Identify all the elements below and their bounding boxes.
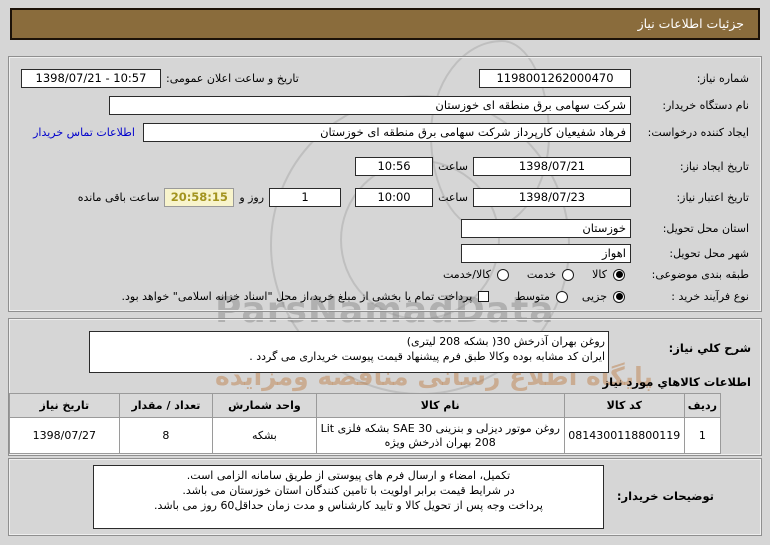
created-date-field[interactable]: 1398/07/21 [473,157,631,176]
province-field[interactable]: خوزستان [461,219,631,238]
created-hour-label: ساعت [438,160,468,173]
radio-medium[interactable] [555,290,568,303]
cell-unit: بشکه [212,417,317,454]
city-label: شهر محل تحویل: [669,246,749,260]
buyer-contact-link[interactable]: اطلاعات تماس خریدار [33,126,135,139]
purchase-type-label: نوع فرآیند خرید : [671,289,749,303]
days-label: روز و [239,191,265,204]
col-item-name: نام کالا [315,393,565,418]
announce-datetime-field[interactable]: 1398/07/21 - 10:57 [21,69,161,88]
request-creator-field[interactable]: فرهاد شفیعیان کارپرداز شرکت سهامی برق من… [143,123,631,142]
city-field[interactable]: اهواز [461,244,631,263]
cell-item-name: روغن موتور دیزلی و بنزینی SAE 30 بشکه فل… [315,417,565,454]
request-creator-label: ایجاد کننده درخواست: [647,126,749,139]
goods-table: ردیف کد کالا نام کالا واحد شمارش تعداد /… [9,393,722,454]
page-title: جزئیات اطلاعات نیاز [10,8,760,40]
validity-date-label: تاریخ اعتبار نیاز: [676,190,749,204]
goods-heading: اطلاعات کالاهاي مورد نیاز [602,375,751,389]
buyer-notes-line1: تکمیل، امضاء و ارسال فرم های پیوستی از ط… [186,469,511,482]
cell-row-number: 1 [683,417,722,454]
created-date-label: تاریخ ایجاد نیاز: [679,159,749,173]
col-row-number: ردیف [683,393,722,418]
radio-medium-label: متوسط [515,290,550,303]
goods-table-header-row: ردیف کد کالا نام کالا واحد شمارش تعداد /… [9,393,722,418]
buyer-org-field[interactable]: شرکت سهامی برق منطقه ای خوزستان [109,96,631,115]
radio-goods-service[interactable] [496,268,509,281]
created-time-field[interactable]: 10:56 [355,157,434,176]
announce-datetime-label: تاریخ و ساعت اعلان عمومی: [166,72,299,85]
col-need-date: تاریخ نیاز [9,393,120,418]
col-quantity: تعداد / مقدار [118,393,214,418]
radio-partial[interactable] [613,290,625,303]
treasury-docs-label: پرداخت تمام یا بخشی از مبلغ خرید،از محل … [121,290,473,303]
buyer-notes-line3: پرداخت وجه پس از تحویل کالا و تایید کارش… [154,499,543,512]
buyer-org-label: نام دستگاه خریدار: [662,98,749,112]
col-unit: واحد شمارش [212,393,317,418]
cell-need-date: 1398/07/27 [9,417,120,454]
validity-time-field[interactable]: 10:00 [355,188,434,207]
need-description-box[interactable]: روغن بهران آذرخش 30( بشکه 208 لیتری) ایر… [89,331,609,373]
buyer-notes-box[interactable]: تکمیل، امضاء و ارسال فرم های پیوستی از ط… [93,465,604,529]
subject-class-label: طبقه بندی موضوعی: [651,267,749,281]
hours-remaining-label: ساعت باقی مانده [77,191,160,204]
need-number-label: شماره نیاز: [696,71,749,85]
validity-hour-label: ساعت [438,191,468,204]
radio-goods-label: کالا [592,268,607,281]
radio-goods[interactable] [613,268,625,281]
cell-quantity: 8 [118,417,214,454]
need-info-panel: شماره نیاز: 1198001262000470 تاریخ و ساع… [8,56,762,312]
radio-goods-service-label: کالا/خدمت [443,268,491,281]
countdown-timer: 20:58:15 [164,188,235,207]
need-number-field[interactable]: 1198001262000470 [479,69,631,88]
days-remaining-field[interactable]: 1 [269,188,342,207]
buyer-notes-line2: در شرایط قیمت برابر اولویت با تامین کنند… [182,484,515,497]
cell-item-code: 0814300118800119 [563,417,685,454]
goods-panel: شرح کلي نیاز: روغن بهران آذرخش 30( بشکه … [8,318,762,456]
radio-service[interactable] [562,268,575,281]
validity-date-field[interactable]: 1398/07/23 [473,188,631,207]
radio-service-label: خدمت [526,268,557,281]
table-row: 1 0814300118800119 روغن موتور دیزلی و بن… [9,417,722,454]
treasury-docs-checkbox[interactable] [478,291,490,302]
buyer-notes-panel: توضیحات خریدار: تکمیل، امضاء و ارسال فرم… [8,458,762,536]
buyer-notes-label: توضیحات خریدار: [616,489,714,503]
radio-partial-label: جزیی [581,290,607,303]
need-description-label: شرح کلي نیاز: [668,341,751,355]
col-item-code: کد کالا [563,393,685,418]
need-description-line1: روغن بهران آذرخش 30( بشکه 208 لیتری) [406,335,605,348]
need-details-page: ParsNamadData پایگاه اطلاع رسانی مناقصه … [0,0,770,545]
need-description-line2: ایران کد مشابه بوده وکالا طبق فرم پیشنها… [249,350,605,363]
province-label: استان محل تحویل: [662,221,749,235]
